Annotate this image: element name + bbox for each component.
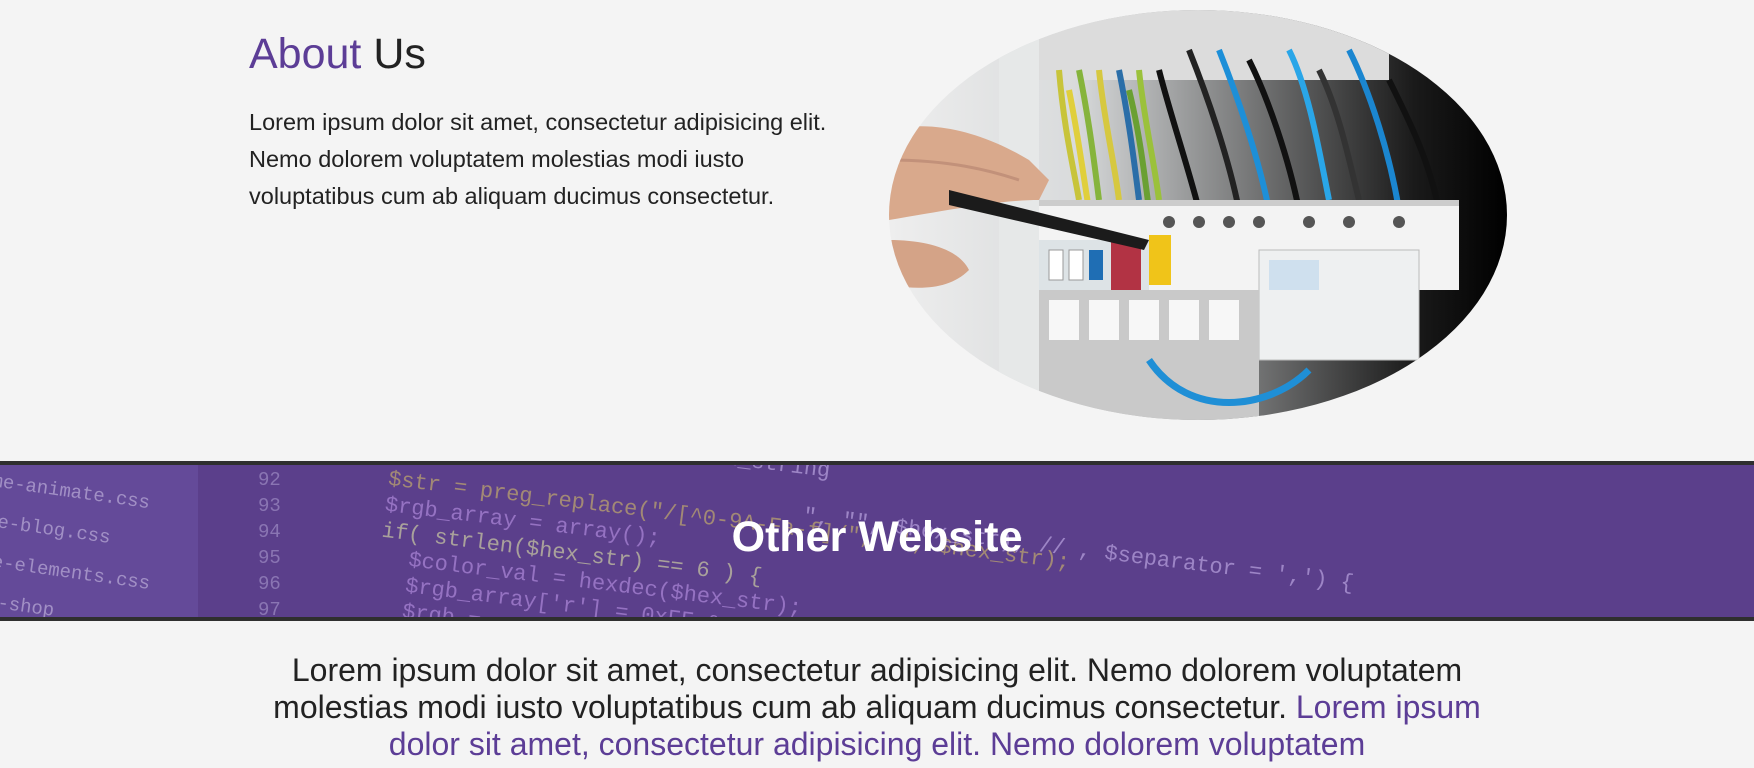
electrical-panel-image xyxy=(889,10,1507,420)
line-number: 96 xyxy=(258,573,281,595)
banner-title: Other Website xyxy=(731,513,1023,561)
other-website-banner: me-animate.css me-blog.css me-elements.c… xyxy=(0,461,1754,621)
about-title-rest: Us xyxy=(361,30,426,78)
line-number: 92 xyxy=(258,469,281,491)
footer-text-plain: Lorem ipsum dolor sit amet, consectetur … xyxy=(273,652,1463,725)
about-title-accent: About xyxy=(249,30,362,78)
footer-paragraph: Lorem ipsum dolor sit amet, consectetur … xyxy=(240,652,1514,763)
about-title: About Us xyxy=(249,28,426,80)
about-paragraph: Lorem ipsum dolor sit amet, consectetur … xyxy=(249,109,827,209)
line-number: 97 xyxy=(258,599,281,617)
